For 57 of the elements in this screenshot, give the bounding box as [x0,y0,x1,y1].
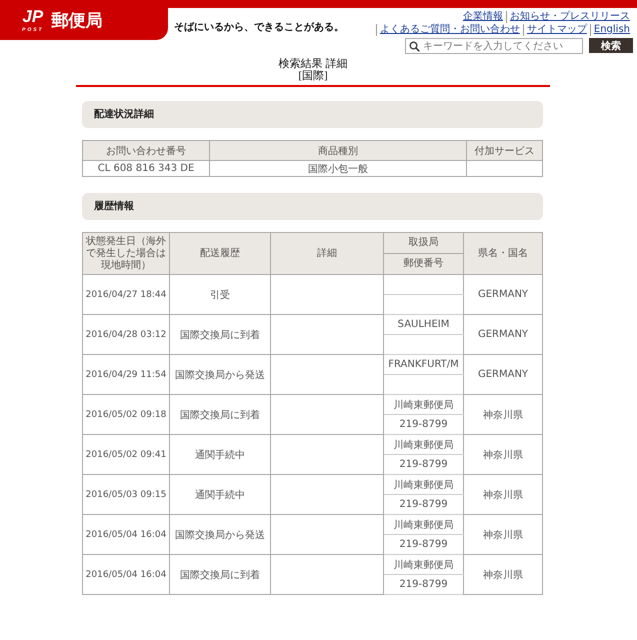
table-cell: 神奈川県 [464,514,542,554]
table-cell: 川崎東郵便局 [384,474,464,494]
table-cell: 通関手続中 [170,474,270,514]
table-cell: 2016/05/02 09:41 [82,434,170,474]
column-header: 配送履歴 [170,232,270,274]
column-header: 商品種別 [210,140,466,160]
nav-link[interactable]: よくあるご質問・お問い合わせ [376,24,523,36]
table-cell: 2016/05/03 09:15 [82,474,170,514]
table-cell: 2016/04/29 11:54 [82,354,170,394]
search-button[interactable]: 検索 [589,38,633,53]
table-cell: 神奈川県 [464,434,542,474]
table-cell: 国際交換局に到着 [170,394,270,434]
table-cell: 国際小包一般 [210,160,466,176]
nav-link[interactable]: English [590,24,633,36]
table-cell: 2016/05/04 16:04 [82,554,170,594]
search-field[interactable]: キーワードを入力してください [405,38,583,54]
column-header: お問い合わせ番号 [82,140,210,160]
column-header: 状態発生日（海外で発生した場合は現地時間） [82,232,170,274]
nav-link[interactable]: サイトマップ [522,24,590,36]
logo-text: JP [22,7,44,27]
section-heading: 履歴情報 [82,193,543,220]
table-cell: GERMANY [464,314,542,354]
nav-link[interactable]: 企業情報 [460,11,506,23]
table-cell: 引受 [170,274,270,314]
table-cell: 神奈川県 [464,394,542,434]
table-cell: 2016/04/28 03:12 [82,314,170,354]
table-cell: GERMANY [464,274,542,314]
column-header: 詳細 [270,232,384,274]
nav-link[interactable]: お知らせ・プレスリリース [506,11,633,23]
column-header: 付加サービス [466,140,542,160]
table-cell: 川崎東郵便局 [384,434,464,454]
table-cell: FRANKFURT/M [384,354,464,374]
table-cell: 国際交換局から発送 [170,354,270,394]
table-cell: CL 608 816 343 DE [82,160,210,176]
table-cell: 川崎東郵便局 [384,394,464,414]
table-cell: 2016/04/27 18:44 [82,274,170,314]
section-heading: 配達状況詳細 [82,101,543,128]
table-cell: 神奈川県 [464,474,542,514]
page-title: [国際] [297,70,329,82]
logo-name: 郵便局 [52,10,103,32]
search-icon [409,40,420,52]
page-title: 検索結果 詳細 [278,58,348,70]
table-cell: 国際交換局に到着 [170,314,270,354]
table-cell: 川崎東郵便局 [384,514,464,534]
table-cell: GERMANY [464,354,542,394]
column-header: 取扱局 [384,232,464,254]
table-cell: 国際交換局に到着 [170,554,270,594]
table-cell: 2016/05/04 16:04 [82,514,170,554]
table-cell: 神奈川県 [464,554,542,594]
column-header: 郵便番号 [384,254,464,274]
table-cell: 川崎東郵便局 [384,554,464,574]
column-header: 県名・国名 [464,232,542,274]
table-cell: 2016/05/02 09:18 [82,394,170,434]
table-cell: 通関手続中 [170,434,270,474]
table-cell: 国際交換局から発送 [170,514,270,554]
table-cell: SAULHEIM [384,314,464,334]
tagline: そばにいるから、できることがある。 [174,21,344,35]
